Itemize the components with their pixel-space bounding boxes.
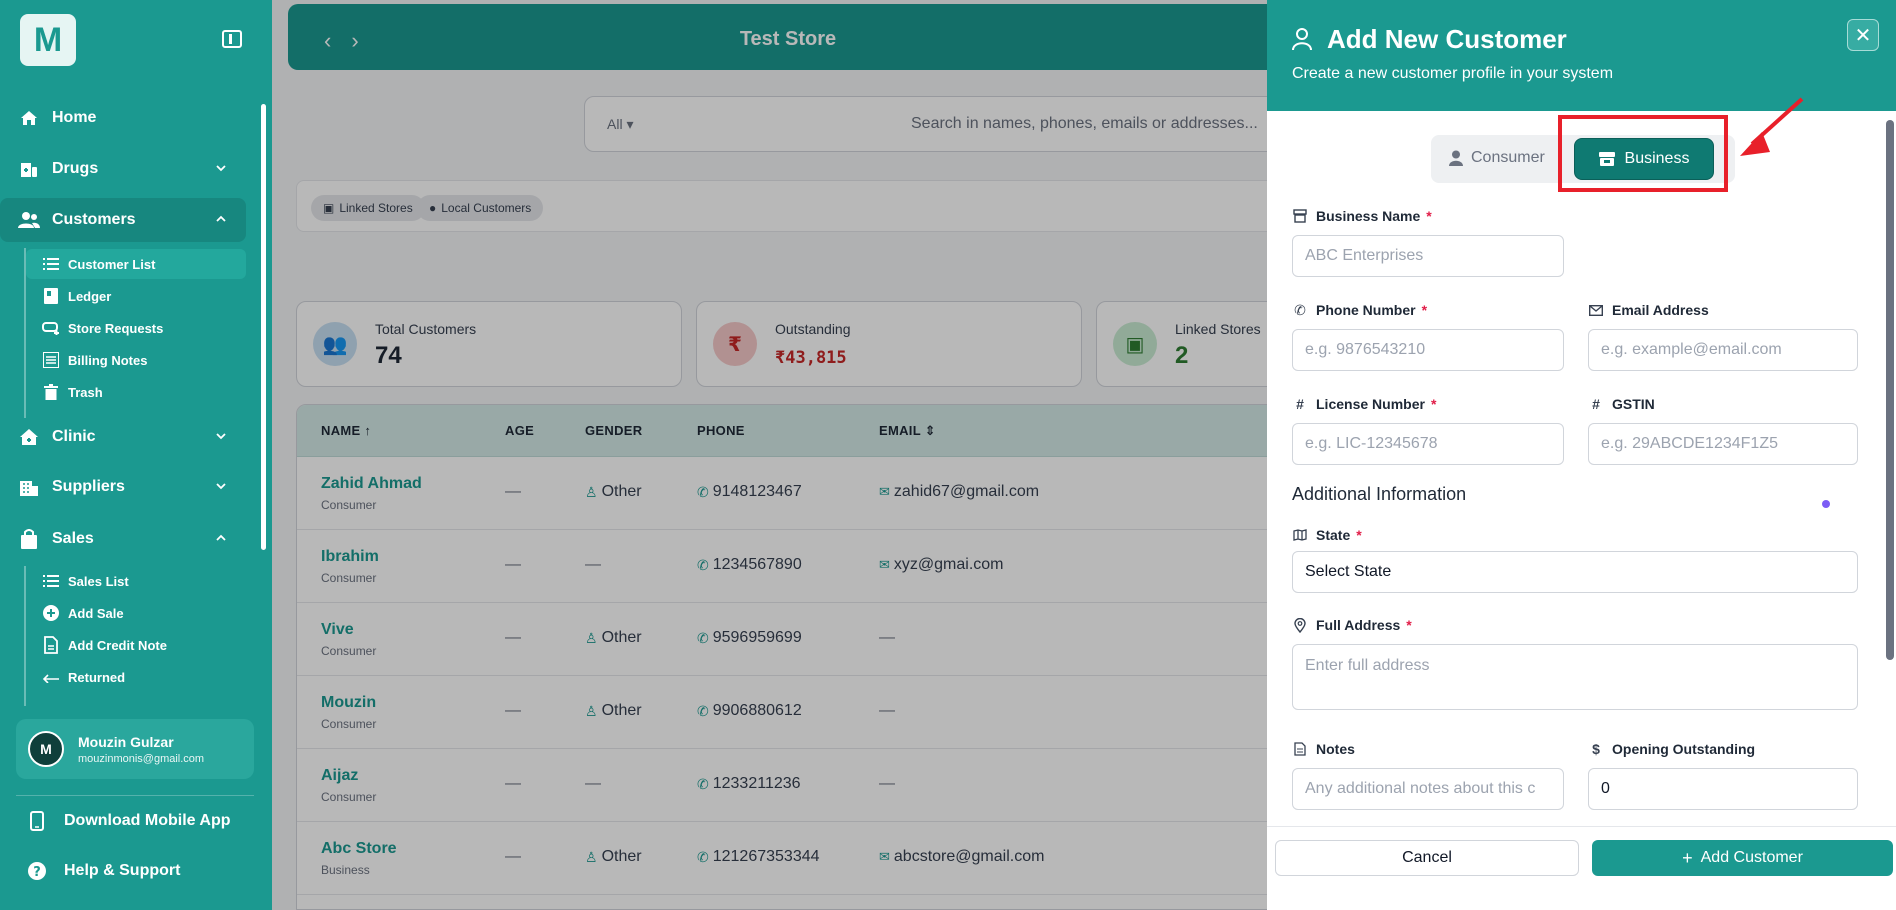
store-icon — [1292, 208, 1308, 224]
indicator-dot — [1822, 500, 1830, 508]
user-icon — [1292, 28, 1312, 51]
trash-icon — [42, 383, 60, 401]
user-icon — [1449, 150, 1463, 166]
sidebar-item-clinic[interactable]: Clinic — [0, 415, 246, 459]
add-customer-button[interactable]: + Add Customer — [1592, 840, 1893, 876]
cancel-button[interactable]: Cancel — [1275, 840, 1579, 876]
svg-text:?: ? — [33, 865, 41, 880]
help-support-link[interactable]: ? Help & Support — [26, 860, 180, 882]
email-address-input[interactable]: e.g. example@email.com — [1588, 329, 1858, 371]
sidebar-item-drugs[interactable]: Drugs — [0, 147, 246, 191]
plus-circle-icon — [42, 604, 60, 622]
consumer-toggle-button[interactable]: Consumer — [1449, 149, 1545, 167]
main-content: ‹› Test Store All ▾ Search in names, pho… — [272, 0, 1539, 910]
return-icon — [42, 668, 60, 686]
list-icon — [42, 572, 60, 590]
hash-icon: # — [1592, 396, 1600, 412]
sidebar-item-label: Drugs — [52, 160, 99, 177]
sidebar-sub-customer-list[interactable]: Customer List — [26, 249, 246, 279]
plus-icon: + — [1682, 847, 1693, 868]
close-icon[interactable]: ✕ — [1847, 19, 1879, 51]
business-name-label: Business Name * — [1292, 208, 1432, 224]
user-email: mouzinmonis@gmail.com — [78, 752, 205, 765]
phone-icon: ✆ — [1294, 301, 1306, 318]
chevron-down-icon — [216, 433, 226, 440]
list-icon — [42, 255, 60, 273]
drawer-title: Add New Customer — [1327, 24, 1567, 54]
pharmacy-icon — [18, 158, 40, 180]
additional-information-heading: Additional Information — [1292, 484, 1467, 504]
users-icon — [18, 209, 40, 231]
user-profile-card[interactable]: M Mouzin Gulzar mouzinmonis@gmail.com — [16, 719, 254, 779]
mail-icon — [1588, 302, 1604, 318]
sidebar-item-customers[interactable]: Customers — [0, 198, 246, 242]
license-number-input[interactable]: e.g. LIC-12345678 — [1292, 423, 1564, 465]
sidebar-item-sales[interactable]: Sales — [0, 517, 246, 554]
sidebar-scrollbar[interactable] — [261, 104, 266, 550]
download-mobile-app-link[interactable]: Download Mobile App — [26, 810, 231, 832]
notes-input[interactable]: Any additional notes about this c — [1292, 768, 1564, 810]
drawer-subtitle: Create a new customer profile in your sy… — [1292, 65, 1614, 82]
phone-number-input[interactable]: e.g. 9876543210 — [1292, 329, 1564, 371]
help-icon: ? — [26, 860, 48, 882]
full-address-label: Full Address * — [1292, 617, 1412, 633]
drawer-scrollbar[interactable] — [1886, 120, 1894, 660]
phone-number-label: ✆ Phone Number * — [1292, 301, 1427, 319]
building-icon — [18, 476, 40, 498]
file-text-icon — [1292, 741, 1308, 757]
home-icon — [18, 107, 40, 129]
chevron-up-icon — [216, 534, 226, 541]
notes-icon — [42, 351, 60, 369]
dollar-icon: $ — [1592, 741, 1600, 757]
book-icon — [42, 287, 60, 305]
sidebar-collapse-icon[interactable] — [222, 30, 242, 48]
file-icon — [42, 636, 60, 654]
drawer-header: Add New Customer Create a new customer p… — [1267, 0, 1896, 111]
sidebar-item-label: Sales — [52, 530, 94, 547]
sidebar: M Home Drugs Customers Customer List Led… — [0, 0, 272, 910]
highlight-box — [1558, 115, 1728, 192]
annotation-arrow-icon — [1740, 97, 1804, 156]
sidebar-sub-billing-notes[interactable]: Billing Notes — [26, 345, 246, 375]
sidebar-sub-add-sale[interactable]: Add Sale — [26, 598, 246, 628]
notes-label: Notes — [1292, 741, 1355, 757]
sidebar-sub-add-credit-note[interactable]: Add Credit Note — [26, 630, 246, 660]
clinic-icon — [18, 426, 40, 448]
user-name: Mouzin Gulzar — [78, 733, 174, 750]
sidebar-sub-ledger[interactable]: Ledger — [26, 281, 246, 311]
sidebar-item-label: Customers — [52, 211, 136, 228]
gstin-label: # GSTIN — [1588, 396, 1655, 412]
avatar: M — [28, 731, 64, 767]
hash-icon: # — [1296, 396, 1304, 412]
location-pin-icon — [1292, 617, 1308, 633]
chevron-up-icon — [216, 215, 226, 222]
sidebar-sub-sales-list[interactable]: Sales List — [26, 566, 246, 596]
opening-outstanding-label: $ Opening Outstanding — [1588, 741, 1755, 757]
business-name-input[interactable]: ABC Enterprises — [1292, 235, 1564, 277]
chevron-down-icon — [216, 483, 226, 490]
full-address-textarea[interactable]: Enter full address — [1292, 644, 1858, 710]
phone-icon — [26, 810, 48, 832]
sidebar-sub-returned[interactable]: Returned — [26, 662, 246, 692]
license-number-label: # License Number * — [1292, 396, 1436, 412]
map-icon — [1292, 527, 1308, 543]
state-label: State * — [1292, 527, 1362, 543]
sidebar-item-home[interactable]: Home — [0, 96, 246, 140]
state-select[interactable]: Select State — [1292, 551, 1858, 593]
sidebar-item-label: Home — [52, 109, 97, 126]
sidebar-item-suppliers[interactable]: Suppliers — [0, 465, 246, 509]
bag-icon — [18, 528, 40, 550]
app-logo[interactable]: M — [20, 14, 76, 66]
sidebar-sub-store-requests[interactable]: Store Requests — [26, 313, 246, 343]
email-address-label: Email Address — [1588, 302, 1709, 318]
link-icon — [42, 319, 60, 337]
sidebar-item-label: Suppliers — [52, 478, 125, 495]
sidebar-sub-trash[interactable]: Trash — [26, 377, 246, 407]
opening-outstanding-input[interactable]: 0 — [1588, 768, 1858, 810]
gstin-input[interactable]: e.g. 29ABCDE1234F1Z5 — [1588, 423, 1858, 465]
sidebar-nav: Home Drugs Customers Customer List Ledge… — [0, 96, 258, 554]
chevron-down-icon — [216, 165, 226, 172]
sidebar-item-label: Clinic — [52, 428, 96, 445]
